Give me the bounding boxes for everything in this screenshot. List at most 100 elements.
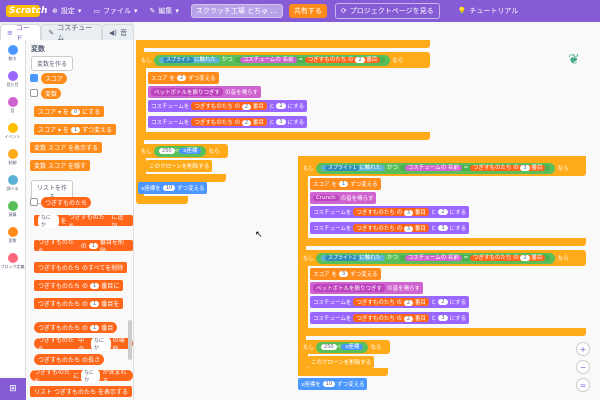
- zoom-in-button[interactable]: +: [576, 342, 590, 356]
- category-5[interactable]: 調べる: [0, 170, 25, 196]
- if-arm-4: [300, 266, 308, 334]
- settings-menu[interactable]: ⊕ 設定 ▾: [52, 6, 81, 16]
- category-6[interactable]: 演算: [0, 196, 25, 222]
- if-block-2[interactable]: もし 250 < x座標 なら: [138, 144, 228, 158]
- add-extension-button[interactable]: ⊞: [0, 378, 26, 400]
- chevron-down-icon: ▾: [134, 7, 138, 15]
- change-x-block[interactable]: x座標を 10 ずつ変える: [138, 182, 208, 194]
- tab-sound[interactable]: ◀) 音: [101, 24, 134, 40]
- category-2[interactable]: 音: [0, 92, 25, 118]
- add-to-list-block[interactable]: なにかをつぎすものたち に追加: [34, 213, 133, 230]
- variable-checkbox[interactable]: [30, 89, 38, 97]
- change-score-block-3[interactable]: スコアを 3 ずつ変える: [310, 268, 381, 280]
- show-variable-block[interactable]: 変数 スコア を表示する: [30, 142, 103, 153]
- zoom-out-button[interactable]: −: [576, 360, 590, 374]
- edit-menu[interactable]: ✎ 編集 ▾: [150, 6, 179, 16]
- delete-clone-block-2[interactable]: このクローンを削除する: [308, 356, 375, 368]
- category-label: 見た目: [6, 81, 19, 87]
- category-8[interactable]: ブロック定義: [0, 248, 25, 274]
- if-end-3: [300, 238, 586, 246]
- if-block-4[interactable]: もし スプライト2 に触れた かつ コスチュームの 名前 = つぎすものたち の …: [300, 250, 586, 266]
- category-3[interactable]: イベント: [0, 118, 25, 144]
- show-list-block[interactable]: リスト つぎすものたち を表示する: [30, 386, 133, 397]
- equals-operator[interactable]: コスチュームの 名前 = つぎすものたち の 2 番目: [234, 56, 386, 63]
- forever-wrapper-top[interactable]: [140, 40, 430, 48]
- editor-tabs: ≡ コード ✎ コスチューム ◀) 音: [0, 22, 134, 42]
- delete-item-block[interactable]: つぎすものたちの 1 番目を削除: [34, 239, 133, 255]
- category-dot-icon: [7, 252, 18, 263]
- if-end-2: [138, 174, 226, 182]
- project-page-button[interactable]: ⟳ プロジェクトページを見る: [334, 3, 440, 19]
- category-label: 演算: [8, 211, 17, 217]
- forever-wrapper-bottom: [136, 196, 188, 204]
- if-end-4: [300, 328, 586, 336]
- delete-clone-block[interactable]: このクローンを削除する: [146, 160, 213, 172]
- category-label: 音: [10, 107, 15, 113]
- play-sound-block-1[interactable]: ペットボトルを振りつぎす の音を鳴らす: [148, 86, 261, 98]
- lightbulb-icon: 💡: [457, 7, 467, 15]
- category-7[interactable]: 変数: [0, 222, 25, 248]
- score-checkbox[interactable]: [30, 74, 38, 82]
- sprite-thumbnail-icon: ❦: [568, 52, 580, 68]
- change-x-block-2[interactable]: x座標を 10 ずつ変える: [298, 378, 368, 390]
- project-page-icon: ⟳: [340, 7, 347, 15]
- item-of-list-reporter[interactable]: つぎすものたちの 1 番目: [34, 322, 118, 333]
- edit-icon: ✎: [149, 7, 156, 15]
- project-title-input[interactable]: スクラッチ工場 とちゅ ...: [190, 4, 283, 18]
- switch-costume-block-6[interactable]: コスチュームを つぎすものたち の 2 番目と 3 にする: [310, 312, 470, 324]
- category-dot-icon: [7, 70, 18, 81]
- switch-costume-block-1[interactable]: コスチュームを つぎすものたち の 2 番目と 2 にする: [148, 100, 308, 112]
- list-contains-reporter[interactable]: つぎすものたちになにか が含まれる: [30, 368, 133, 385]
- and-operator[interactable]: スプライト に触れた かつ コスチュームの 名前 = つぎすものたち の 2 番目: [154, 54, 391, 66]
- share-button[interactable]: 共有する: [288, 4, 327, 18]
- switch-costume-block-2[interactable]: コスチュームを つぎすものたち の 2 番目と 3 にする: [148, 116, 308, 128]
- if-block-1[interactable]: もし スプライト に触れた かつ コスチュームの 名前 = つぎすものたち の 2…: [138, 52, 430, 68]
- list-reporter[interactable]: つぎすものたち: [41, 197, 92, 208]
- file-menu[interactable]: ▭ ファイル ▾: [93, 6, 137, 16]
- change-score-block-1[interactable]: スコアを 2 ずつ変える: [148, 72, 219, 84]
- chevron-down-icon: ▾: [175, 7, 179, 15]
- if-block-3[interactable]: もし スプライト1 に触れた かつ コスチュームの 名前 = つぎすものたち の …: [300, 160, 586, 176]
- category-dot-icon: [7, 200, 18, 211]
- insert-item-block[interactable]: つぎすものたちの 1 番目に: [34, 280, 124, 291]
- hide-variable-block[interactable]: 変数 スコア を隠す: [30, 160, 91, 171]
- list-length-reporter[interactable]: つぎすものたち の長さ: [34, 354, 105, 365]
- list-checkbox[interactable]: [30, 198, 38, 206]
- variable-reporter[interactable]: 変数: [41, 88, 62, 99]
- score-reporter[interactable]: スコア: [41, 73, 68, 84]
- change-variable-block[interactable]: スコア ▾ を 1 ずつ変える: [34, 124, 116, 135]
- if-arm-3: [300, 176, 308, 244]
- play-sound-block-3[interactable]: ペットボトルを振りつぎす の音を鳴らす: [310, 282, 423, 294]
- tab-code[interactable]: ≡ コード: [0, 24, 42, 42]
- change-score-block-2[interactable]: スコアを 1 ずつ変える: [310, 178, 381, 190]
- category-1[interactable]: 見た目: [0, 66, 25, 92]
- category-label: 動き: [8, 55, 17, 61]
- block-palette: 変数 変数を作る スコア 変数 スコア ▾ を 0 にする スコア ▾ を 1 ずつ変える …: [26, 40, 134, 400]
- menu-bar: Scratch ⊕ 設定 ▾ ▭ ファイル ▾ ✎ 編集 ▾ スクラッチ工場 とちゅ ...…: [0, 0, 600, 22]
- tab-costume[interactable]: ✎ コスチューム: [41, 24, 102, 42]
- category-4[interactable]: 制御: [0, 144, 25, 170]
- if-block-5[interactable]: もし 250 < x座標 なら: [300, 340, 390, 354]
- chevron-down-icon: ▾: [77, 7, 82, 15]
- switch-costume-block-5[interactable]: コスチュームを つぎすものたち の 2 番目と 2 にする: [310, 296, 470, 308]
- scratch-logo[interactable]: Scratch: [6, 5, 47, 17]
- switch-costume-block-4[interactable]: コスチュームを つぎすものたち の 3 番目と 3 にする: [310, 222, 470, 234]
- category-label: イベント: [4, 133, 21, 139]
- switch-costume-block-3[interactable]: コスチュームを つぎすものたち の 3 番目と 2 にする: [310, 206, 470, 218]
- zoom-reset-button[interactable]: =: [576, 378, 590, 392]
- delete-all-block[interactable]: つぎすものたち のすべてを削除: [34, 262, 128, 273]
- palette-scrollbar[interactable]: [128, 320, 132, 360]
- if-end-1: [138, 132, 430, 140]
- category-label: 調べる: [6, 185, 19, 191]
- category-0[interactable]: 動き: [0, 40, 25, 66]
- script-area[interactable]: もし スプライト に触れた かつ コスチュームの 名前 = つぎすものたち の 2…: [134, 40, 600, 400]
- make-variable-button[interactable]: 変数を作る: [31, 56, 73, 71]
- category-label: 変数: [8, 237, 17, 243]
- tutorial-button[interactable]: 💡 チュートリアル: [458, 6, 519, 16]
- set-variable-block[interactable]: スコア ▾ を 0 にする: [34, 106, 105, 117]
- touching-block[interactable]: スプライト に触れた: [159, 56, 221, 63]
- item-index-reporter[interactable]: つぎすものたち 中の なにか の場所: [34, 336, 133, 353]
- category-menu: 動き見た目音イベント制御調べる演算変数ブロック定義: [0, 40, 26, 376]
- play-sound-block-2[interactable]: Crunch の音を鳴らす: [310, 192, 377, 204]
- replace-item-block[interactable]: つぎすものたちの 1 番目を: [34, 298, 124, 309]
